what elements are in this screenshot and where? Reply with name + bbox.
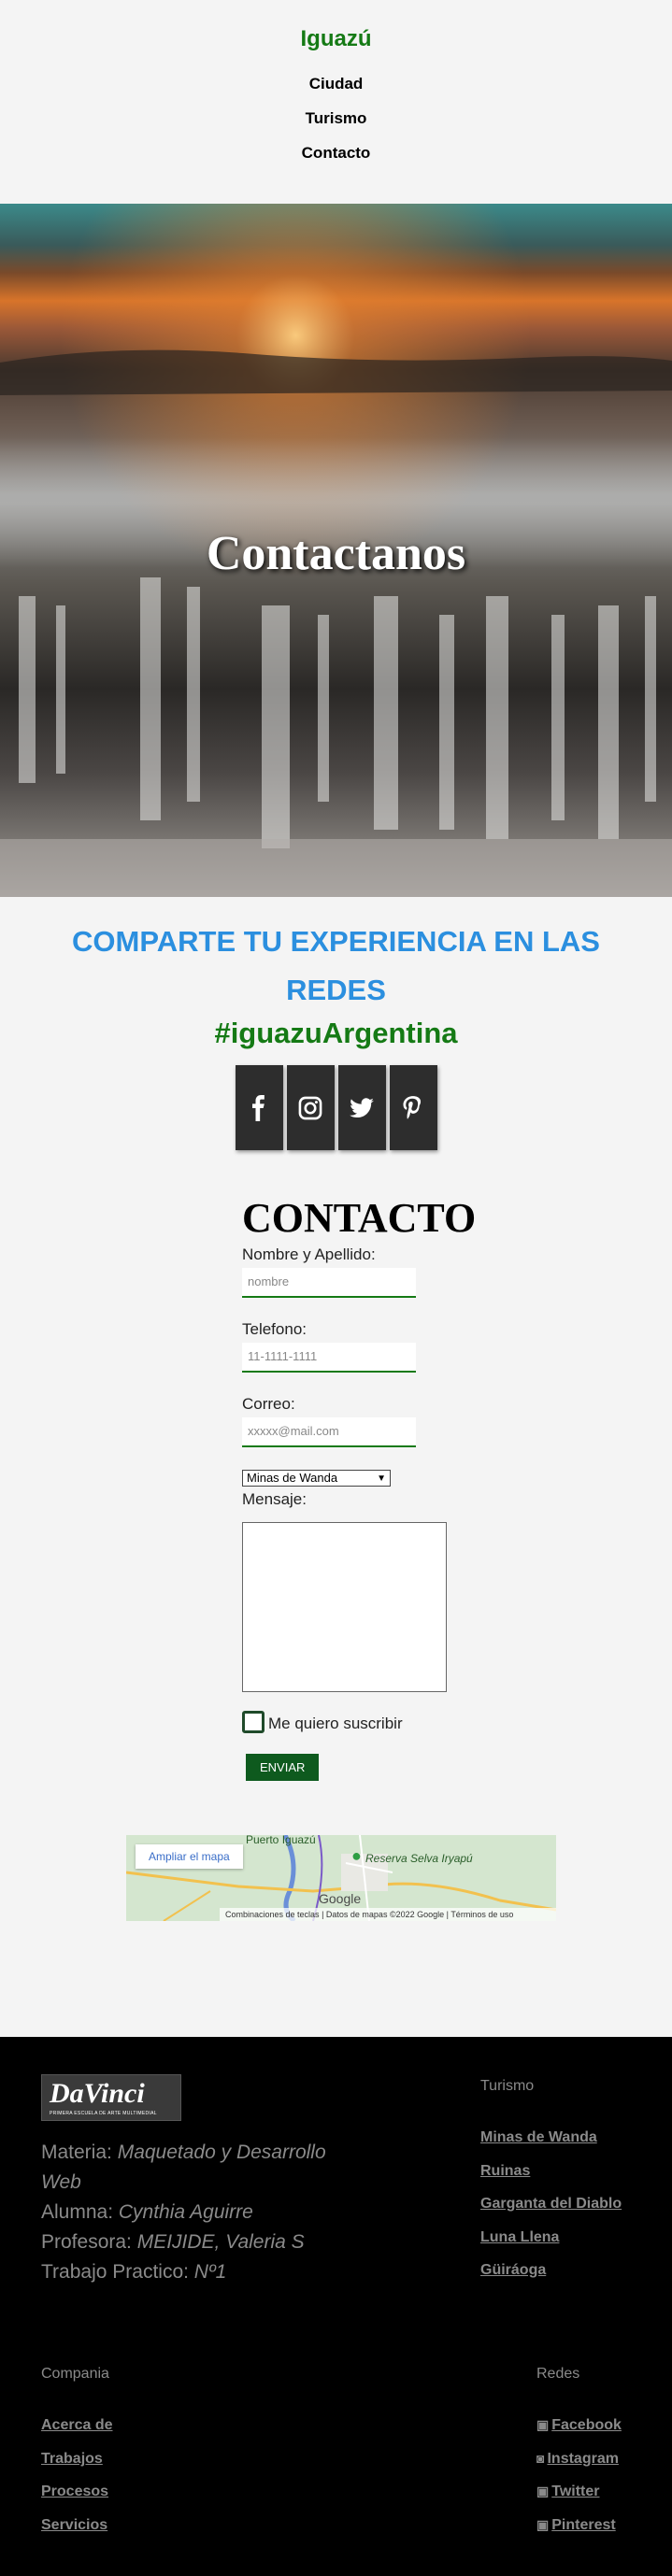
social-buttons bbox=[0, 1065, 672, 1150]
footer-link-trabajos[interactable]: Trabajos bbox=[41, 2451, 103, 2468]
chevron-down-icon: ▼ bbox=[377, 1473, 386, 1484]
map-terms-link[interactable]: Términos de uso bbox=[450, 1910, 513, 1919]
hero-banner: Contactanos bbox=[0, 204, 672, 897]
subscribe-checkbox[interactable] bbox=[242, 1711, 265, 1733]
footer-link-garganta[interactable]: Garganta del Diablo bbox=[480, 2196, 622, 2213]
pinterest-button[interactable] bbox=[389, 1065, 437, 1150]
footer-twitter-label: Twitter bbox=[551, 2483, 600, 2499]
tp-label: Trabajo Practico: bbox=[41, 2261, 194, 2283]
page: Iguazú Ciudad Turismo Contacto Contactan… bbox=[0, 0, 672, 2576]
footer-link-acerca[interactable]: Acerca de bbox=[41, 2417, 113, 2434]
facebook-button[interactable] bbox=[235, 1065, 283, 1150]
footer-instagram-label: Instagram bbox=[547, 2451, 619, 2467]
brand-title[interactable]: Iguazú bbox=[0, 26, 672, 52]
turismo-title: Turismo bbox=[480, 2078, 535, 2094]
form-title: CONTACTO bbox=[242, 1195, 477, 1241]
credits: Materia: Maquetado y Desarrollo Web Alum… bbox=[41, 2138, 359, 2287]
profesora-label: Profesora: bbox=[41, 2231, 137, 2253]
logo-subtext: PRIMERA ESCUELA DE ARTE MULTIMEDIAL bbox=[50, 2111, 157, 2116]
tp-value: Nº1 bbox=[193, 2261, 227, 2283]
pinterest-square-icon: ▣ bbox=[536, 2517, 550, 2532]
instagram-square-icon: ◙ bbox=[536, 2451, 545, 2466]
map-label-puerto: Puerto Iguazú bbox=[246, 1835, 316, 1846]
map-pin-icon: ● bbox=[351, 1846, 362, 1865]
footer-link-twitter[interactable]: ▣ Twitter bbox=[536, 2483, 600, 2500]
hero-title: Contactanos bbox=[206, 527, 466, 580]
footer-link-instagram[interactable]: ◙ Instagram bbox=[536, 2451, 619, 2468]
main-nav: Ciudad Turismo Contacto bbox=[0, 75, 672, 163]
facebook-square-icon: ▣ bbox=[536, 2417, 550, 2432]
submit-button[interactable]: ENVIAR bbox=[246, 1754, 320, 1781]
footer-pinterest-label: Pinterest bbox=[551, 2517, 616, 2533]
footer-link-minas[interactable]: Minas de Wanda bbox=[480, 2129, 597, 2146]
map-shortcuts-link[interactable]: Combinaciones de teclas bbox=[225, 1910, 320, 1919]
google-logo: Google bbox=[319, 1891, 362, 1906]
nav-turismo[interactable]: Turismo bbox=[0, 109, 672, 128]
instagram-button[interactable] bbox=[286, 1065, 335, 1150]
footer-link-guiraoga[interactable]: Güiráoga bbox=[480, 2262, 546, 2279]
subscribe-label: Me quiero suscribir bbox=[268, 1715, 403, 1732]
twitter-button[interactable] bbox=[337, 1065, 386, 1150]
map-footer: Combinaciones de teclas | Datos de mapas… bbox=[220, 1908, 556, 1921]
contact-form: CONTACTO Nombre y Apellido: nombre Telef… bbox=[242, 1193, 672, 1781]
alumna-label: Alumna: bbox=[41, 2201, 119, 2223]
phone-label: Telefono: bbox=[242, 1320, 307, 1338]
logo-text: DaVinci bbox=[50, 2078, 145, 2109]
map-data-text: Datos de mapas ©2022 Google bbox=[325, 1910, 445, 1919]
materia-label: Materia: bbox=[41, 2142, 118, 2163]
footer-facebook-label: Facebook bbox=[551, 2417, 622, 2433]
phone-input[interactable]: 11-1111-1111 bbox=[242, 1343, 416, 1373]
name-label: Nombre y Apellido: bbox=[242, 1245, 376, 1263]
destination-select[interactable]: Minas de Wanda ▼ bbox=[242, 1470, 391, 1487]
footer-link-servicios[interactable]: Servicios bbox=[41, 2517, 107, 2534]
map-label-reserva: Reserva Selva Iryapú bbox=[365, 1852, 473, 1865]
facebook-icon bbox=[252, 1094, 265, 1121]
email-input[interactable]: xxxxx@mail.com bbox=[242, 1417, 416, 1447]
nav-ciudad[interactable]: Ciudad bbox=[0, 75, 672, 93]
footer-link-facebook[interactable]: ▣ Facebook bbox=[536, 2417, 622, 2434]
email-label: Correo: bbox=[242, 1395, 295, 1413]
name-input[interactable]: nombre bbox=[242, 1268, 416, 1298]
alumna-value: Cynthia Aguirre bbox=[118, 2201, 253, 2223]
hashtag: #iguazuArgentina bbox=[214, 1017, 458, 1049]
nav-contacto[interactable]: Contacto bbox=[0, 144, 672, 163]
site-footer: DaVinci PRIMERA ESCUELA DE ARTE MULTIMED… bbox=[0, 2037, 672, 2576]
share-heading: COMPARTE TU EXPERIENCIA EN LAS REDES bbox=[72, 925, 600, 1006]
destination-select-value: Minas de Wanda bbox=[247, 1471, 338, 1485]
footer-link-procesos[interactable]: Procesos bbox=[41, 2483, 108, 2500]
twitter-square-icon: ▣ bbox=[536, 2483, 550, 2498]
profesora-value: MEIJIDE, Valeria S bbox=[136, 2231, 305, 2253]
instagram-icon bbox=[298, 1096, 322, 1119]
redes-title: Redes bbox=[536, 2366, 580, 2382]
pinterest-icon bbox=[403, 1095, 422, 1119]
map-enlarge-link[interactable]: Ampliar el mapa bbox=[136, 1844, 243, 1869]
message-label: Mensaje: bbox=[242, 1490, 307, 1508]
davinci-logo: DaVinci PRIMERA ESCUELA DE ARTE MULTIMED… bbox=[41, 2074, 181, 2121]
share-section: COMPARTE TU EXPERIENCIA EN LAS REDES #ig… bbox=[0, 897, 672, 1150]
compania-title: Compania bbox=[41, 2366, 109, 2382]
twitter-icon bbox=[350, 1097, 374, 1117]
footer-link-luna[interactable]: Luna Llena bbox=[480, 2229, 559, 2246]
footer-link-ruinas[interactable]: Ruinas bbox=[480, 2163, 530, 2180]
subscribe-row: Me quiero suscribir bbox=[242, 1711, 672, 1733]
footer-link-pinterest[interactable]: ▣ Pinterest bbox=[536, 2517, 616, 2534]
message-textarea[interactable] bbox=[242, 1522, 447, 1692]
map-embed[interactable]: Ampliar el mapa Puerto Iguazú Reserva Se… bbox=[126, 1835, 556, 1921]
site-header: Iguazú Ciudad Turismo Contacto bbox=[0, 0, 672, 204]
